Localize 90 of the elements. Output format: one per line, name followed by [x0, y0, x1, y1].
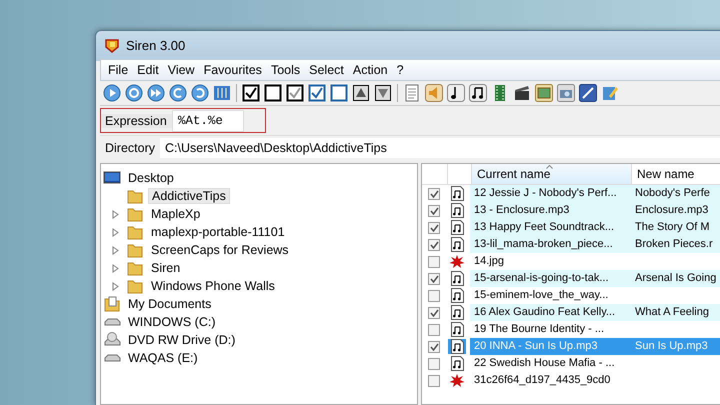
row-checkbox[interactable]	[428, 306, 440, 318]
file-name-cell-text: 14.jpg	[473, 254, 505, 269]
undo-icon[interactable]	[169, 84, 187, 102]
tree-item[interactable]: AddictiveTips	[148, 188, 230, 204]
tree-item[interactable]: MapleXp	[148, 207, 204, 221]
music-file-icon	[450, 322, 464, 337]
menu-item[interactable]: Select	[306, 63, 350, 77]
check-icon	[430, 274, 438, 282]
row-checkbox[interactable]	[428, 272, 440, 284]
file-name-cell: 13 - Enclosure.mp3	[470, 202, 629, 219]
row-checkbox[interactable]	[428, 204, 440, 216]
file-name-cell: 15-arsenal-is-going-to-tak...	[470, 270, 629, 287]
splash-icon	[449, 373, 465, 388]
music-file-icon	[450, 288, 464, 303]
music-file-icon	[450, 203, 464, 218]
new-name-cell: Nobody's Perfe	[629, 185, 720, 202]
splash-icon	[449, 254, 465, 269]
check-icon	[430, 308, 438, 316]
picture-icon[interactable]	[535, 84, 553, 102]
tree-item[interactable]: ScreenCaps for Reviews	[148, 243, 292, 257]
checked-box-icon[interactable]	[286, 84, 304, 102]
music-file-icon	[450, 339, 464, 354]
menu-item[interactable]: View	[164, 63, 201, 77]
note-icon[interactable]	[447, 84, 465, 102]
music-file-icon	[450, 271, 464, 286]
settings-icon[interactable]	[125, 84, 143, 102]
file-name-cell: 12 Jessie J - Nobody's Perf...	[470, 185, 629, 202]
check-icon	[430, 342, 438, 350]
menu-item[interactable]: Action	[350, 63, 394, 77]
row-checkbox[interactable]	[428, 256, 440, 268]
row-checkbox[interactable]	[428, 238, 440, 250]
row-checkbox[interactable]	[428, 290, 440, 302]
app-logo-icon	[104, 37, 120, 53]
new-name-cell: Enclosure.mp3	[629, 202, 720, 219]
tree-item[interactable]: maplexp-portable-11101	[148, 225, 288, 239]
column-header[interactable]: New name	[632, 164, 720, 184]
file-name-cell-text: 31c26f64_d197_4435_9cd0	[473, 373, 612, 388]
new-name-cell: Arsenal Is Going	[629, 270, 720, 287]
column-header[interactable]: Current name	[472, 164, 632, 184]
double-note-icon[interactable]	[469, 84, 487, 102]
new-name-cell: Sun Is Up.mp3	[629, 338, 720, 355]
new-name-cell: What A Feeling	[629, 304, 720, 321]
play-icon[interactable]	[103, 84, 121, 102]
directory-label: Directory	[104, 141, 156, 155]
menu-item[interactable]: Favourites	[200, 63, 268, 77]
expression-field[interactable]: %At.%e	[172, 110, 244, 132]
file-name-cell: 16 Alex Gaudino Feat Kelly...	[470, 304, 629, 321]
menu-item[interactable]: Tools	[268, 63, 306, 77]
row-checkbox[interactable]	[428, 340, 440, 352]
file-name-cell-text: 15-eminem-love_the_way...	[473, 288, 610, 303]
file-name-cell-text: 19 The Bourne Identity - ...	[473, 322, 606, 337]
menu-item[interactable]: ?	[394, 63, 410, 77]
checked-box-icon[interactable]	[242, 84, 260, 102]
music-file-icon	[450, 186, 464, 201]
row-checkbox[interactable]	[428, 374, 440, 386]
menu-item[interactable]: File	[105, 63, 134, 77]
tree-item[interactable]: WAQAS (E:)	[125, 351, 201, 365]
window-title: Siren 3.00	[126, 38, 186, 52]
menu-item[interactable]: Edit	[134, 63, 165, 77]
expression-label: Expression	[100, 114, 172, 128]
tree-item[interactable]: My Documents	[125, 297, 214, 311]
music-file-icon	[450, 305, 464, 320]
tree-item[interactable]: Siren	[148, 261, 184, 275]
file-name-cell: 13 Happy Feet Soundtrack...	[470, 219, 629, 236]
tree-item[interactable]: WINDOWS (C:)	[125, 315, 218, 329]
music-file-icon	[450, 220, 464, 235]
row-checkbox[interactable]	[428, 188, 440, 200]
tree-item[interactable]: Desktop	[125, 171, 177, 185]
row-checkbox[interactable]	[428, 358, 440, 370]
file-name-cell-text: 22 Swedish House Mafia - ...	[473, 356, 616, 371]
row-checkbox[interactable]	[428, 324, 440, 336]
redo-icon[interactable]	[191, 84, 209, 102]
file-name-cell: 13-lil_mama-broken_piece...	[470, 236, 629, 253]
clapperboard-icon[interactable]	[513, 84, 531, 102]
checked-box-icon[interactable]	[308, 84, 326, 102]
file-name-cell: 20 INNA - Sun Is Up.mp3	[470, 338, 629, 355]
empty-box-icon[interactable]	[264, 84, 282, 102]
music-file-icon	[450, 237, 464, 252]
image-edit-icon[interactable]	[579, 84, 597, 102]
fast-forward-icon[interactable]	[147, 84, 165, 102]
tree-item[interactable]: DVD RW Drive (D:)	[125, 333, 238, 347]
documents-folder-icon	[103, 295, 121, 313]
new-name-cell: The Story Of M	[629, 219, 720, 236]
document-icon[interactable]	[403, 84, 421, 102]
tree-item[interactable]: Windows Phone Walls	[148, 279, 278, 293]
music-file-icon	[450, 356, 464, 371]
new-name-cell: Broken Pieces.r	[629, 236, 720, 253]
row-checkbox[interactable]	[428, 222, 440, 234]
sliders-icon[interactable]	[213, 84, 231, 102]
directory-field[interactable]: C:\Users\Naveed\Desktop\AddictiveTips	[160, 138, 720, 158]
